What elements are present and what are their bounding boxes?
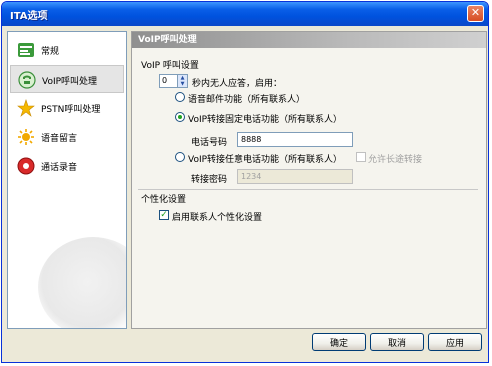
transfer-password-label: 转接密码	[191, 175, 228, 185]
voicemail-icon	[18, 129, 34, 145]
voip-call-icon	[18, 71, 36, 89]
sidebar-item-pstn[interactable]: PSTN呼叫处理	[10, 94, 124, 122]
transfer-password-value: 1234	[241, 172, 262, 181]
sidebar-item-label: VoIP呼叫处理	[42, 77, 98, 87]
close-icon: ✕	[470, 6, 481, 19]
transfer-password-input[interactable]: 1234	[237, 169, 353, 184]
title-bar: ITA选项 ✕	[2, 2, 488, 26]
phone-number-value: 8888	[241, 135, 262, 144]
sidebar-item-record[interactable]: 通话录音	[10, 152, 124, 180]
section-divider	[138, 189, 478, 190]
any-phone-radio[interactable]	[175, 152, 185, 162]
voicemail-radio[interactable]	[175, 92, 185, 102]
voicemail-option-label: 语音邮件功能（所有联系人）	[188, 95, 306, 105]
allow-long-distance-checkbox[interactable]	[356, 152, 366, 162]
panel-header: VoIP呼叫处理	[132, 32, 486, 48]
settings-panel: VoIP呼叫处理 VoIP 呼叫设置 0 ▲ ▼ 秒内无人应答，启用： 语音邮件功…	[131, 31, 487, 329]
ok-button[interactable]: 确定	[312, 333, 366, 351]
spinner-arrows-icon[interactable]: ▲ ▼	[177, 74, 188, 88]
ita-options-dialog: ITA选项 ✕ 常规 VoIP呼叫处理 PSTN呼叫处理 语音留言 通话录音 V…	[1, 1, 489, 363]
window-title: ITA选项	[10, 11, 48, 22]
phone-number-label: 电话号码	[191, 138, 228, 148]
watermark-logo	[38, 237, 126, 328]
sidebar-item-label: PSTN呼叫处理	[41, 105, 101, 115]
sidebar-item-voip[interactable]: VoIP呼叫处理	[10, 65, 124, 93]
sidebar-item-voicemail[interactable]: 语音留言	[10, 123, 124, 151]
phone-number-input[interactable]: 8888	[237, 132, 353, 147]
allow-long-distance-label: 允许长途转接	[368, 155, 423, 165]
sidebar-item-label: 常规	[41, 47, 60, 57]
sidebar-item-general[interactable]: 常规	[10, 36, 124, 64]
voip-section-title: VoIP 呼叫设置	[141, 61, 199, 71]
fixed-phone-radio[interactable]	[175, 112, 185, 122]
any-phone-option-label: VoIP转接任意电话功能（所有联系人）	[188, 155, 343, 165]
ring-seconds-spinner[interactable]: 0 ▲ ▼	[159, 74, 188, 88]
settings-icon	[18, 43, 34, 57]
cancel-button[interactable]: 取消	[370, 333, 424, 351]
enable-personal-label: 启用联系人个性化设置	[172, 213, 263, 223]
ring-seconds-value: 0	[162, 76, 168, 85]
personal-section-title: 个性化设置	[141, 195, 187, 205]
sidebar-item-label: 语音留言	[41, 134, 78, 144]
apply-button[interactable]: 应用	[428, 333, 482, 351]
rings-label: 秒内无人应答，启用：	[192, 79, 283, 89]
sidebar-item-label: 通话录音	[41, 163, 78, 173]
fixed-phone-option-label: VoIP转接固定电话功能（所有联系人）	[188, 115, 343, 125]
category-sidebar: 常规 VoIP呼叫处理 PSTN呼叫处理 语音留言 通话录音	[7, 31, 127, 329]
enable-personal-checkbox[interactable]: ✓	[159, 210, 169, 220]
close-button[interactable]: ✕	[467, 5, 484, 22]
pstn-call-icon	[17, 99, 35, 117]
record-icon	[17, 157, 35, 175]
